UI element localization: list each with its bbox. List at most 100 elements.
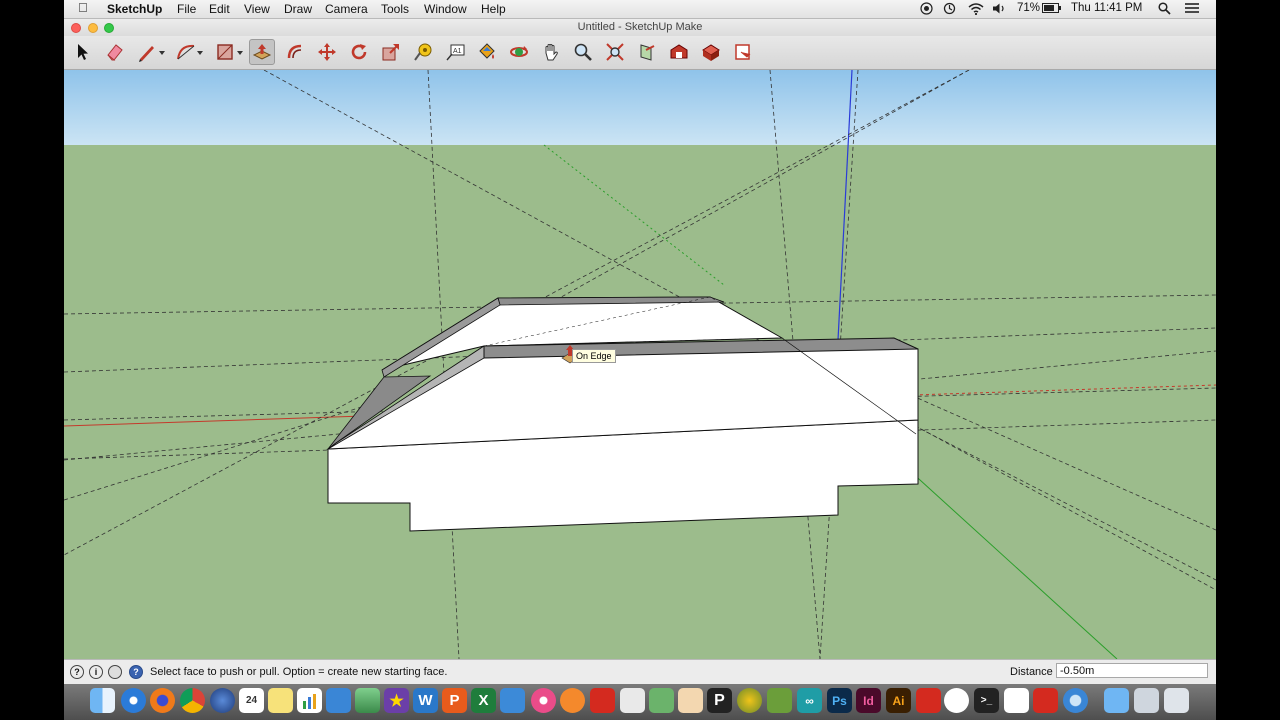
sky [64,70,1216,145]
menu-camera[interactable]: Camera [325,2,368,16]
tape-measure-tool-button[interactable] [410,39,436,65]
cura-icon[interactable] [944,688,969,713]
menu-help[interactable]: Help [481,2,506,16]
maps-icon[interactable] [649,688,674,713]
offset-icon [287,44,302,59]
paint-bucket-icon [479,43,495,59]
measurements-input[interactable]: -0.50m [1056,663,1208,678]
scene-drawing [64,70,1216,659]
itunes-icon[interactable] [531,688,556,713]
numbers-icon[interactable] [297,688,322,713]
photoshop-icon[interactable]: Ps [827,688,852,713]
trash-icon[interactable] [1164,688,1189,713]
volume-icon[interactable] [992,2,1007,18]
sketchup-2-icon[interactable] [1033,688,1058,713]
offset-tool-button[interactable] [282,39,308,65]
arcgis-icon[interactable] [737,688,762,713]
arduino-icon[interactable]: ∞ [797,688,822,713]
menu-edit[interactable]: Edit [209,2,230,16]
zoom-tool-button[interactable] [570,39,596,65]
shape-tool-button[interactable] [212,39,248,65]
text-tool-button[interactable]: A1 [442,39,468,65]
3d-warehouse-tool-button[interactable] [666,39,692,65]
notes-icon[interactable] [268,688,293,713]
select-tool-button[interactable] [69,39,95,65]
chrome-icon[interactable] [180,688,205,713]
arrow-cursor-icon [78,44,88,60]
menu-view[interactable]: View [244,2,270,16]
rotate-tool-button[interactable] [346,39,372,65]
apple-menu-icon[interactable]:  [78,0,88,15]
arc-icon [177,44,203,60]
record-icon[interactable] [920,2,933,18]
illustrator-icon[interactable]: Ai [886,688,911,713]
app-menu[interactable]: SketchUp [107,2,162,16]
safari-icon[interactable] [121,688,146,713]
credits-icon[interactable]: i [89,665,103,679]
battery-icon[interactable] [1042,2,1062,17]
notification-center-icon[interactable] [1185,2,1199,17]
desktop-screen:  SketchUp File Edit View Draw Camera To… [64,0,1216,720]
eraser-tool-button[interactable] [102,39,128,65]
geo-location-icon[interactable]: ? [70,665,84,679]
layout-tool-button[interactable] [730,39,756,65]
control-panel-icon[interactable] [500,688,525,713]
firefox-icon[interactable] [150,688,175,713]
sync-icon[interactable] [943,2,956,18]
menu-tools[interactable]: Tools [381,2,409,16]
activity-monitor-icon[interactable] [1004,688,1029,713]
imovie-star-icon[interactable]: ★ [384,688,409,713]
google-earth-icon[interactable] [210,688,235,713]
instructor-help-icon[interactable]: ? [129,665,143,679]
orbit-icon [510,46,528,57]
text-edit-icon[interactable] [678,688,703,713]
indesign-icon[interactable]: Id [856,688,881,713]
clock[interactable]: Thu 11:41 PM [1071,2,1142,14]
menu-window[interactable]: Window [424,2,467,16]
arc-tool-button[interactable] [172,39,208,65]
scale-icon [382,44,399,61]
wordpress-icon[interactable]: W [413,688,438,713]
dock: 24 ★ W P X P ∞ Ps Id Ai >_ [64,684,1216,720]
battery-percent: 71% [1017,2,1041,14]
spotlight-search-icon[interactable] [1158,2,1171,18]
line-tool-button[interactable] [134,39,170,65]
window-title: Untitled - SketchUp Make [577,21,703,33]
acrobat-icon[interactable] [590,688,615,713]
pixelmator-icon[interactable]: P [707,688,732,713]
ibooks-icon[interactable] [560,688,585,713]
zoom-extents-tool-button[interactable] [602,39,628,65]
downloads-icon[interactable] [1134,688,1159,713]
photos-icon[interactable] [355,688,380,713]
push-pull-icon [252,44,272,60]
menu-file[interactable]: File [177,2,196,16]
status-message: Select face to push or pull. Option = cr… [150,666,448,678]
menu-bar:  SketchUp File Edit View Draw Camera To… [64,0,1216,19]
extension-warehouse-icon [702,44,720,61]
folder-icon[interactable] [1104,688,1129,713]
extension-warehouse-tool-button[interactable] [698,39,724,65]
paint-bucket-tool-button[interactable] [474,39,500,65]
sketchup-icon[interactable] [916,688,941,713]
user-account-icon[interactable] [108,665,122,679]
model-viewport[interactable]: On Edge [64,70,1216,659]
pan-tool-button[interactable] [538,39,564,65]
finder-icon[interactable] [90,688,115,713]
pages-icon[interactable]: P [442,688,467,713]
quicktime-icon[interactable] [1063,688,1088,713]
magnifier-icon [574,43,592,61]
pencil-icon [139,46,165,62]
excel-icon[interactable]: X [471,688,496,713]
menu-draw[interactable]: Draw [284,2,312,16]
scale-tool-button[interactable] [378,39,404,65]
terminal-icon[interactable]: >_ [974,688,999,713]
wifi-icon[interactable] [968,2,984,18]
minecraft-icon[interactable] [767,688,792,713]
calendar-icon[interactable]: 24 [239,688,264,713]
section-plane-tool-button[interactable] [634,39,660,65]
orbit-tool-button[interactable] [506,39,532,65]
move-tool-button[interactable] [314,39,340,65]
push-pull-tool-button[interactable] [249,39,275,65]
preview-icon[interactable] [620,688,645,713]
keynote-icon[interactable] [326,688,351,713]
